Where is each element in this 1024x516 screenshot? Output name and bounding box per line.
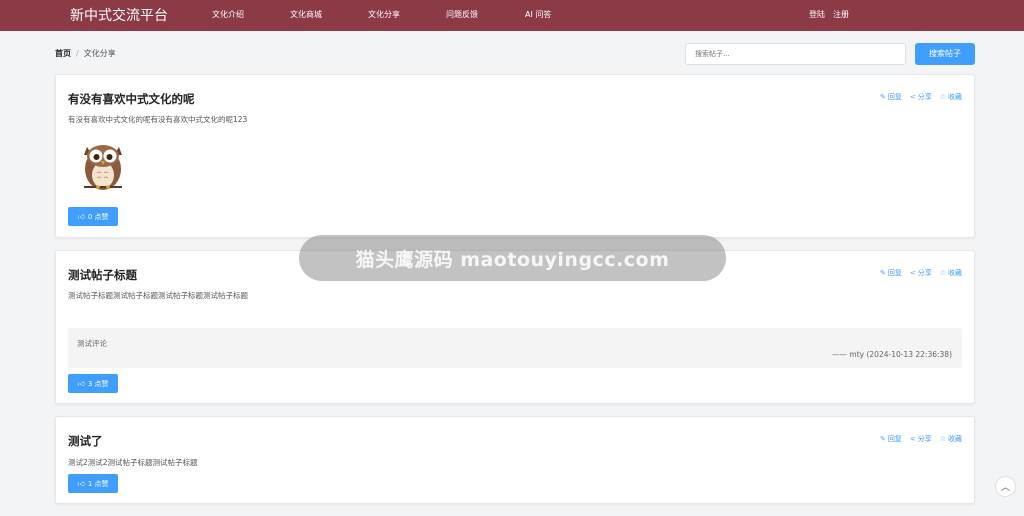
edit-icon: ✎ xyxy=(879,93,886,101)
nav-ai-qa[interactable]: AI 问答 xyxy=(525,9,551,20)
post-card: 测试了 测试2测试2测试帖子标题测试帖子标题 ✎ 回复 < 分享 ☆ 收藏 👍︎ 1 点… xyxy=(55,416,975,504)
favorite-label: 收藏 xyxy=(948,435,962,443)
breadcrumb-current: 文化分享 xyxy=(83,49,116,58)
back-to-top-button[interactable]: ︿ xyxy=(995,476,1016,497)
favorite-button[interactable]: ☆ 收藏 xyxy=(940,434,962,444)
search-input[interactable] xyxy=(685,43,906,65)
reply-button[interactable]: ✎ 回复 xyxy=(880,92,902,102)
post-actions: ✎ 回复 < 分享 ☆ 收藏 xyxy=(880,434,962,444)
reply-label: 回复 xyxy=(887,435,902,443)
post-body: 有没有喜欢中式文化的呢有没有喜欢中式文化的呢123 xyxy=(68,115,248,124)
like-count: 0 点赞 xyxy=(87,212,109,221)
like-button[interactable]: 👍︎ 0 点赞 xyxy=(68,207,118,226)
post-actions: ✎ 回复 < 分享 ☆ 收藏 xyxy=(880,268,962,278)
edit-icon: ✎ xyxy=(879,269,886,277)
nav-feedback[interactable]: 问题反馈 xyxy=(446,9,478,20)
watermark-banner: 猫头鹰源码 maotouyingcc.com xyxy=(299,235,726,281)
star-icon: ☆ xyxy=(939,269,946,277)
share-icon: < xyxy=(909,269,916,277)
share-label: 分享 xyxy=(917,93,932,101)
nav-culture-intro[interactable]: 文化介绍 xyxy=(212,9,244,20)
post-card: 有没有喜欢中式文化的呢 有没有喜欢中式文化的呢有没有喜欢中式文化的呢123 ✎ 回… xyxy=(55,74,975,238)
breadcrumb: 首页 / 文化分享 xyxy=(55,48,116,59)
post-title[interactable]: 测试帖子标题 xyxy=(68,267,137,283)
comment-item: 测试评论 —— mty (2024-10-13 22:36:38) xyxy=(68,328,962,368)
favorite-label: 收藏 xyxy=(948,93,962,101)
like-count: 3 点赞 xyxy=(87,379,109,388)
share-button[interactable]: < 分享 xyxy=(910,92,932,102)
reply-button[interactable]: ✎ 回复 xyxy=(880,268,902,278)
post-body: 测试2测试2测试帖子标题测试帖子标题 xyxy=(68,458,198,467)
post-image-owl xyxy=(84,145,122,190)
share-icon: < xyxy=(909,93,916,101)
login-link[interactable]: 登陆 xyxy=(809,9,825,20)
chevron-up-icon: ︿ xyxy=(1000,483,1010,493)
reply-label: 回复 xyxy=(887,269,902,277)
star-icon: ☆ xyxy=(939,93,946,101)
like-button[interactable]: 👍︎ 1 点赞 xyxy=(68,474,118,493)
search-button[interactable]: 搜索帖子 xyxy=(915,43,975,65)
nav-culture-shop[interactable]: 文化商城 xyxy=(290,9,322,20)
favorite-button[interactable]: ☆ 收藏 xyxy=(940,92,962,102)
register-link[interactable]: 注册 xyxy=(833,9,849,20)
top-nav-bar: 新中式交流平台 文化介绍 文化商城 文化分享 问题反馈 AI 问答 登陆 注册 xyxy=(0,0,1024,31)
share-button[interactable]: < 分享 xyxy=(910,268,932,278)
reply-button[interactable]: ✎ 回复 xyxy=(880,434,902,444)
favorite-button[interactable]: ☆ 收藏 xyxy=(940,268,962,278)
post-title[interactable]: 测试了 xyxy=(68,433,103,449)
comment-meta: —— mty (2024-10-13 22:36:38) xyxy=(832,350,952,359)
post-title[interactable]: 有没有喜欢中式文化的呢 xyxy=(68,91,195,107)
share-label: 分享 xyxy=(917,269,932,277)
thumbs-up-icon: 👍︎ xyxy=(77,380,85,388)
thumbs-up-icon: 👍︎ xyxy=(77,213,85,221)
like-count: 1 点赞 xyxy=(87,479,109,488)
breadcrumb-home[interactable]: 首页 xyxy=(55,49,71,58)
site-brand[interactable]: 新中式交流平台 xyxy=(70,5,168,25)
star-icon: ☆ xyxy=(939,435,946,443)
reply-label: 回复 xyxy=(887,93,902,101)
post-actions: ✎ 回复 < 分享 ☆ 收藏 xyxy=(880,92,962,102)
nav-culture-share[interactable]: 文化分享 xyxy=(368,9,400,20)
breadcrumb-separator: / xyxy=(76,49,79,58)
favorite-label: 收藏 xyxy=(948,269,962,277)
like-button[interactable]: 👍︎ 3 点赞 xyxy=(68,374,118,393)
edit-icon: ✎ xyxy=(879,435,886,443)
comment-text: 测试评论 xyxy=(77,339,107,348)
share-icon: < xyxy=(909,435,916,443)
share-label: 分享 xyxy=(917,435,932,443)
thumbs-up-icon: 👍︎ xyxy=(77,480,85,488)
post-body: 测试帖子标题测试帖子标题测试帖子标题测试帖子标题 xyxy=(68,291,248,300)
share-button[interactable]: < 分享 xyxy=(910,434,932,444)
